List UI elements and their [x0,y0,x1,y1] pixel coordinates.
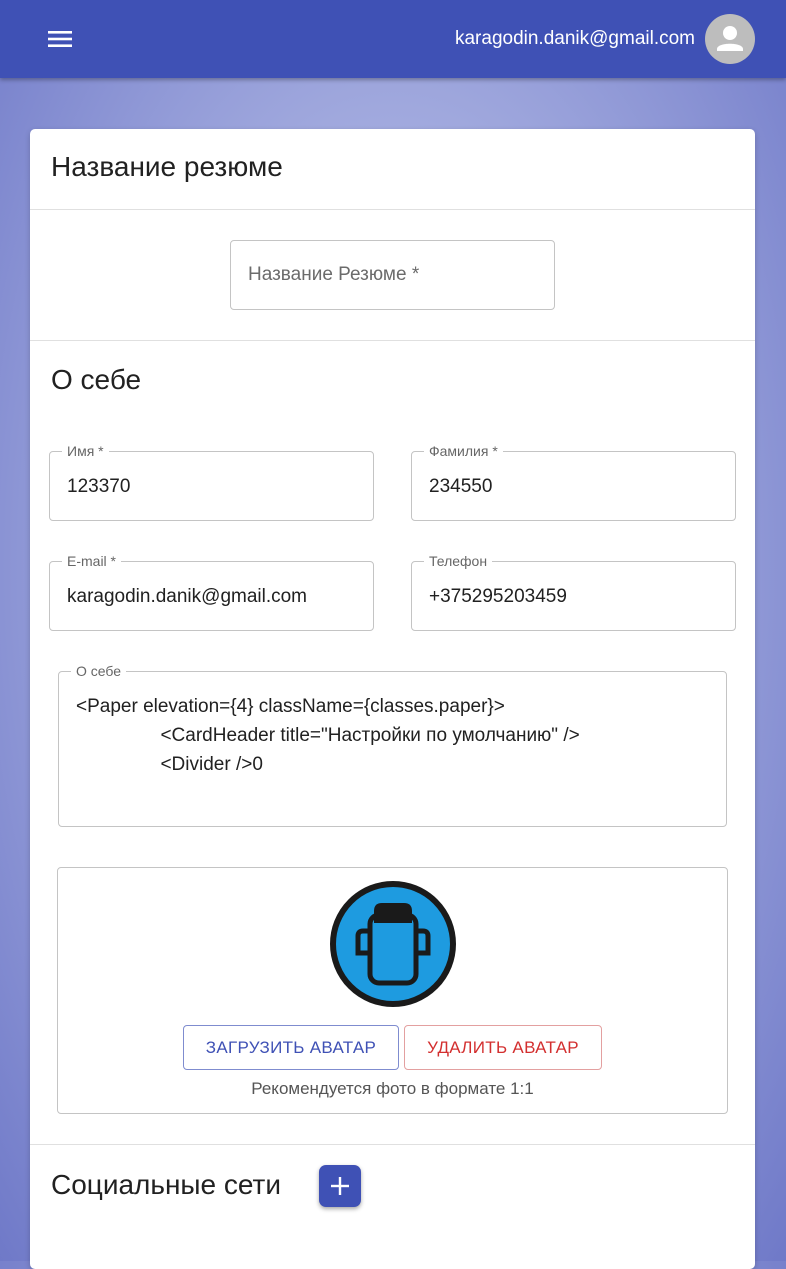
email-value: karagodin.danik@gmail.com [67,586,308,607]
add-social-button[interactable] [319,1165,361,1207]
last-name-label: Фамилия * [424,443,503,459]
about-line: <Paper elevation={4} className={classes.… [76,696,505,717]
about-heading: О себе [51,364,142,395]
phone-field[interactable]: Телефон +375295203459 [411,553,736,631]
last-name-field[interactable]: Фамилия * 234550 [411,443,736,521]
account-circle-icon [717,26,743,51]
resume-title-heading: Название резюме [51,151,283,182]
about-line: <Divider />0 [76,754,263,775]
delete-avatar-button[interactable]: УДАЛИТЬ АВАТАР [404,1025,602,1070]
divider [30,1144,755,1145]
app-bar: karagodin.danik@gmail.com [0,0,786,78]
plus-icon [331,1177,349,1195]
about-text: <Paper elevation={4} className={classes.… [76,692,580,779]
resume-name-placeholder: Название Резюме * [248,264,420,285]
email-field[interactable]: E-mail * karagodin.danik@gmail.com [49,553,374,631]
first-name-field[interactable]: Имя * 123370 [49,443,374,521]
phone-label: Телефон [424,553,493,569]
menu-icon [48,31,72,47]
phone-value: +375295203459 [429,586,567,607]
avatar-upload-panel: ЗАГРУЗИТЬ АВАТАР УДАЛИТЬ АВАТАР Рекоменд… [57,867,728,1114]
last-name-value: 234550 [429,476,493,497]
menu-button[interactable] [38,17,82,61]
user-avatar[interactable] [705,14,755,64]
resume-name-input[interactable]: Название Резюме * [230,240,555,310]
email-label: E-mail * [62,553,122,569]
social-heading: Социальные сети [51,1169,282,1200]
divider [30,209,755,210]
about-label: О себе [71,663,127,679]
resume-card: Название резюме Название Резюме * О себе… [30,129,755,1269]
about-textarea[interactable]: О себе <Paper elevation={4} className={c… [58,663,727,827]
first-name-value: 123370 [67,476,131,497]
user-email: karagodin.danik@gmail.com [454,28,695,49]
user-avatar-icon [330,881,456,1007]
divider [30,340,755,341]
avatar-hint: Рекомендуется фото в формате 1:1 [251,1079,534,1098]
about-line: <CardHeader title="Настройки по умолчани… [76,725,580,746]
upload-avatar-button[interactable]: ЗАГРУЗИТЬ АВАТАР [183,1025,399,1070]
first-name-label: Имя * [62,443,109,459]
